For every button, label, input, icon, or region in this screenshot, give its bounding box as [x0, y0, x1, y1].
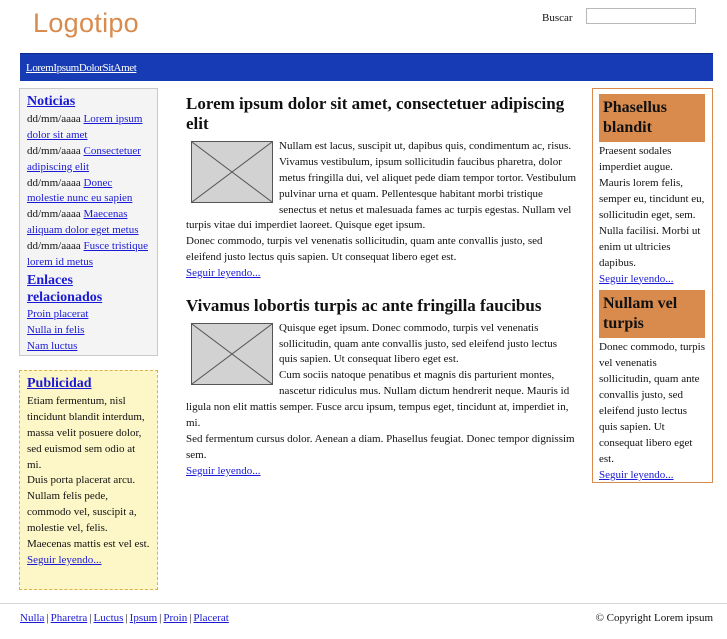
- nav-link-ipsum[interactable]: Ipsum: [53, 62, 79, 74]
- logo[interactable]: Logotipo: [33, 4, 139, 43]
- advertising-box: Publicidad Etiam fermentum, nisl tincidu…: [19, 370, 158, 590]
- article-paragraph: Donec commodo, turpis vel venenatis soll…: [186, 235, 543, 264]
- news-item: dd/mm/aaaa Lorem ipsum dolor sit amet: [27, 112, 151, 144]
- article-read-more-link[interactable]: Seguir leyendo...: [186, 464, 578, 480]
- footer-links: Nulla | Pharetra | Luctus | Ipsum | Proin | Placer…: [20, 611, 229, 627]
- news-box: Noticias dd/mm/aaaa Lorem ipsum dolor si…: [19, 88, 158, 356]
- nav-link-dolor[interactable]: Dolor: [79, 62, 103, 74]
- footer-link-pharetra[interactable]: Pharetra: [51, 612, 88, 624]
- main-content: Lorem ipsum dolor sit amet, consectetuer…: [186, 94, 578, 494]
- article-read-more-link[interactable]: Seguir leyendo...: [186, 266, 578, 282]
- news-item: dd/mm/aaaa Consectetuer adipiscing elit: [27, 144, 151, 176]
- footer-separator: |: [189, 612, 192, 624]
- nav-links: LoremIpsumDolorSitAmet: [26, 61, 137, 77]
- footer-link-proin[interactable]: Proin: [163, 612, 187, 624]
- footer-link-nulla[interactable]: Nulla: [20, 612, 44, 624]
- sidebar-text: Praesent sodales imperdiet augue. Mauris…: [599, 145, 705, 269]
- footer-separator: |: [46, 612, 49, 624]
- search-input[interactable]: [586, 8, 696, 24]
- ad-title[interactable]: Publicidad: [27, 376, 151, 393]
- search-label: Buscar: [542, 12, 573, 24]
- news-item: dd/mm/aaaa Donec molestie nunc eu sapien: [27, 176, 151, 208]
- article-title: Vivamus lobortis turpis ac ante fringill…: [186, 296, 542, 316]
- news-item: dd/mm/aaaa Fusce tristique lorem id metu…: [27, 239, 151, 271]
- article-title: Lorem ipsum dolor sit amet, consectetuer…: [186, 94, 565, 134]
- related-link-proin[interactable]: Proin placerat: [27, 307, 151, 323]
- nav-link-sit[interactable]: Sit: [103, 62, 114, 74]
- footer-separator: |: [159, 612, 162, 624]
- related-links-list: Proin placerat Nulla in felis Nam luctus: [27, 307, 151, 355]
- image-placeholder-icon: [191, 140, 273, 203]
- article-paragraph: Sed fermentum cursus dolor. Aenean a dia…: [186, 433, 575, 462]
- sidebar-read-more-link[interactable]: Seguir leyendo...: [599, 468, 705, 484]
- image-placeholder-icon: [191, 322, 273, 385]
- footer-divider: [0, 603, 727, 604]
- nav-link-amet[interactable]: Amet: [114, 62, 137, 74]
- right-sidebar: Phasellus blandit Praesent sodales imper…: [592, 88, 713, 483]
- ad-text: Etiam fermentum, nisl tincidunt blandit …: [27, 394, 145, 471]
- news-date: dd/mm/aaaa: [27, 112, 81, 125]
- footer-link-luctus[interactable]: Luctus: [94, 612, 124, 624]
- news-date: dd/mm/aaaa: [27, 144, 81, 157]
- nav-link-lorem[interactable]: Lorem: [26, 62, 54, 74]
- news-date: dd/mm/aaaa: [27, 240, 81, 253]
- ad-read-more-link[interactable]: Seguir leyendo...: [27, 553, 151, 569]
- footer-separator: |: [125, 612, 128, 624]
- sidebar-heading: Phasellus blandit: [599, 94, 705, 142]
- news-date: dd/mm/aaaa: [27, 208, 81, 221]
- ad-text: Duis porta placerat arcu. Nullam felis p…: [27, 474, 150, 551]
- footer-link-ipsum[interactable]: Ipsum: [130, 612, 158, 624]
- top-navigation-bar: LoremIpsumDolorSitAmet: [20, 53, 713, 81]
- news-date: dd/mm/aaaa: [27, 176, 81, 189]
- article: Vivamus lobortis turpis ac ante fringill…: [186, 296, 578, 480]
- related-links-title[interactable]: Enlaces relacionados: [27, 273, 151, 307]
- footer-separator: |: [89, 612, 92, 624]
- copyright-text: © Copyright Lorem ipsum: [595, 612, 713, 624]
- news-item: dd/mm/aaaa Maecenas aliquam dolor eget m…: [27, 207, 151, 239]
- related-link-nam[interactable]: Nam luctus: [27, 339, 151, 355]
- footer-link-placerat[interactable]: Placerat: [193, 612, 228, 624]
- sidebar-read-more-link[interactable]: Seguir leyendo...: [599, 272, 705, 288]
- sidebar-heading: Nullam vel turpis: [599, 290, 705, 339]
- sidebar-text: Donec commodo, turpis vel venenatis soll…: [599, 341, 706, 465]
- news-title[interactable]: Noticias: [27, 94, 151, 111]
- article: Lorem ipsum dolor sit amet, consectetuer…: [186, 94, 578, 282]
- related-link-nulla[interactable]: Nulla in felis: [27, 323, 151, 339]
